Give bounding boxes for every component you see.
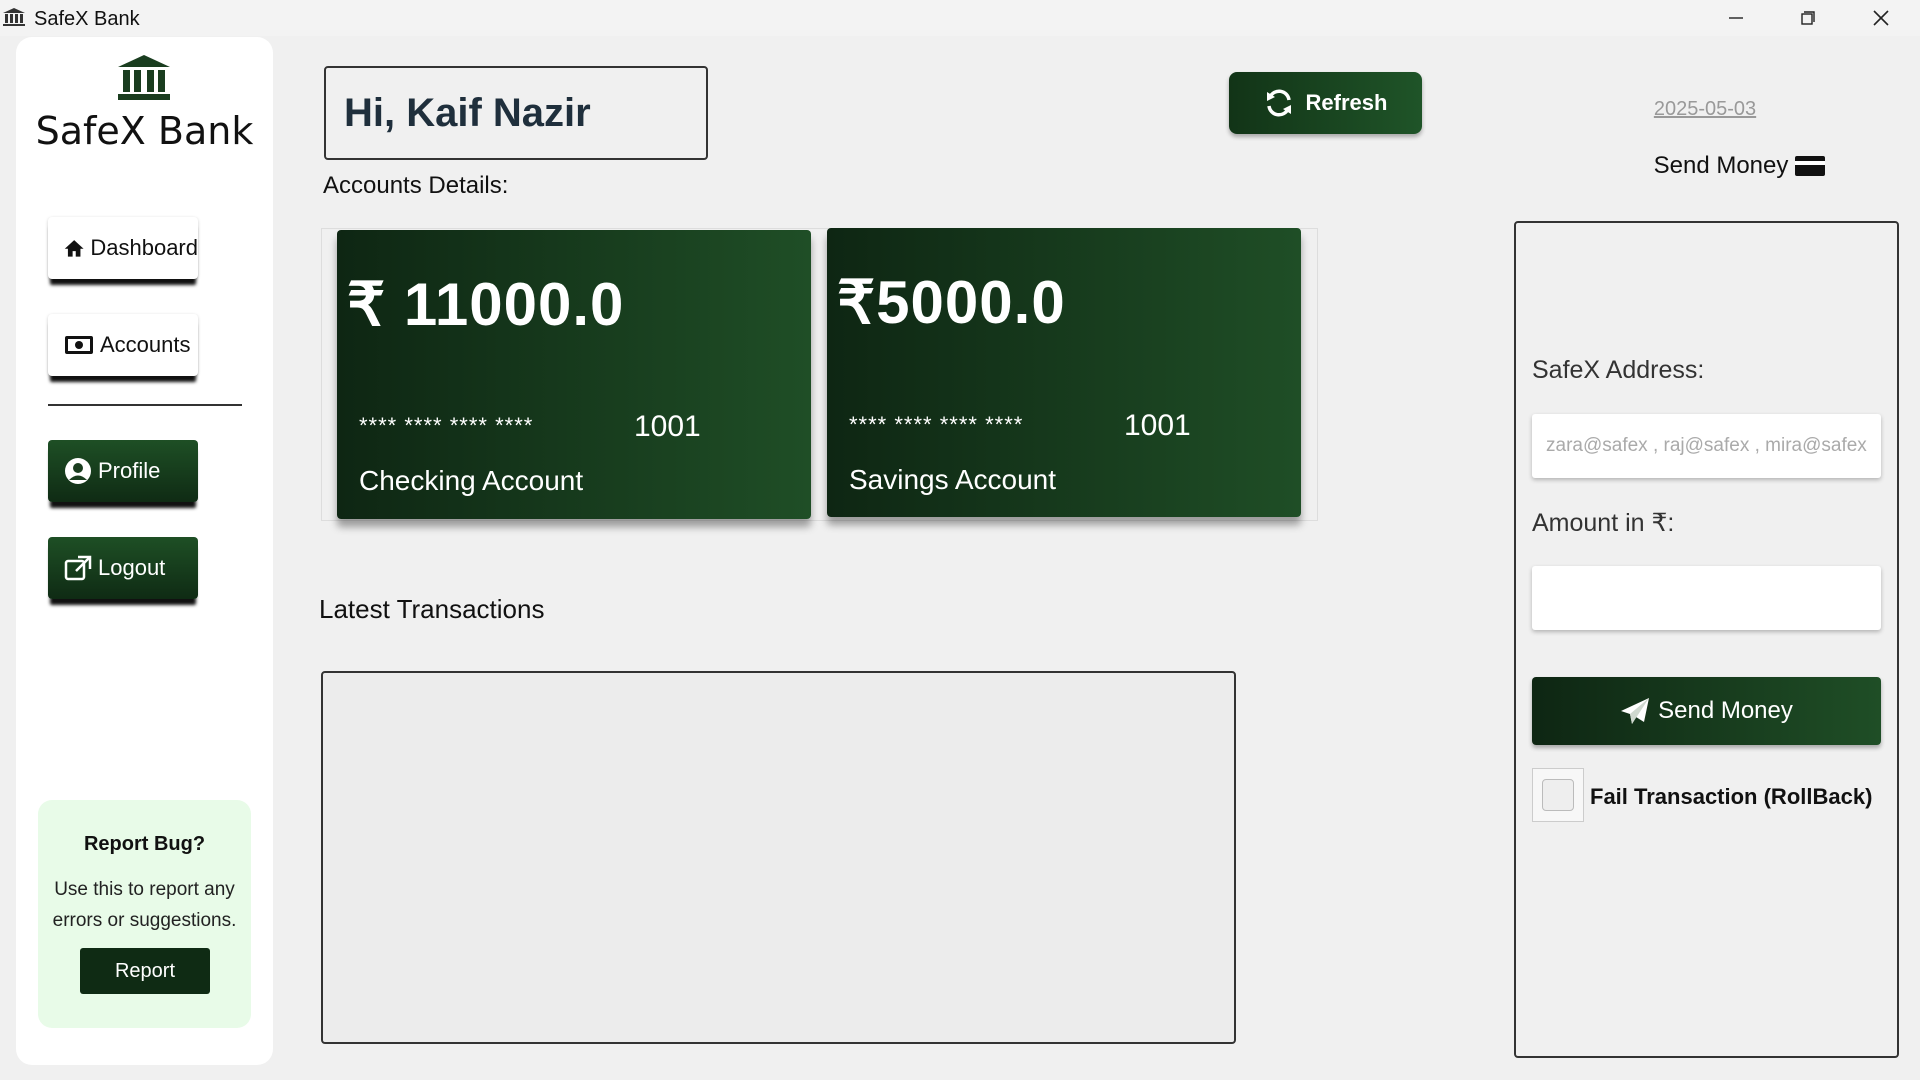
fail-transaction-label: Fail Transaction (RollBack): [1590, 784, 1873, 809]
accounts-details-label: Accounts Details:: [323, 172, 509, 199]
address-input[interactable]: [1532, 414, 1881, 478]
send-money-heading-text: Send Money: [1653, 152, 1789, 179]
address-label: SafeX Address:: [1532, 356, 1705, 384]
greeting-text: Hi, Kaif Nazir: [344, 90, 591, 135]
sidebar: SafeX Bank Dashboard Accounts Profile Lo…: [16, 37, 273, 1065]
nav-accounts[interactable]: Accounts: [48, 314, 198, 376]
window-title: SafeX Bank: [34, 8, 140, 30]
nav-accounts-label: Accounts: [100, 332, 191, 357]
greeting-box: Hi, Kaif Nazir: [324, 66, 708, 160]
current-date: 2025-05-03: [1653, 98, 1757, 120]
masked-card-number: **** **** **** ****: [359, 413, 534, 438]
send-money-heading: Send Money: [1630, 152, 1850, 180]
report-bug-card: Report Bug? Use this to report any error…: [38, 800, 251, 1028]
home-icon: [64, 240, 84, 257]
bank-logo-icon: [118, 55, 170, 100]
nav-dashboard-label: Dashboard: [90, 235, 198, 260]
report-bug-description: Use this to report any errors or suggest…: [52, 879, 237, 931]
external-link-icon: [64, 555, 92, 581]
refresh-label: Refresh: [1305, 90, 1388, 115]
nav-profile[interactable]: Profile: [48, 440, 198, 502]
report-bug-title: Report Bug?: [83, 833, 206, 855]
checking-account-card: ₹ 11000.0 **** **** **** **** 1001 Check…: [337, 230, 811, 519]
transactions-list[interactable]: [321, 671, 1236, 1044]
account-balance: ₹5000.0: [837, 269, 1066, 336]
account-last-digits: 1001: [1124, 409, 1191, 442]
savings-account-card: ₹5000.0 **** **** **** **** 1001 Savings…: [827, 228, 1301, 517]
close-button[interactable]: [1845, 0, 1917, 36]
sidebar-divider: [48, 404, 242, 406]
account-balance: ₹ 11000.0: [347, 271, 625, 338]
window-titlebar: SafeX Bank: [0, 0, 1920, 36]
user-circle-icon: [65, 458, 91, 484]
latest-transactions-title: Latest Transactions: [319, 594, 545, 624]
nav-logout-label: Logout: [98, 555, 166, 580]
brand-name: SafeX Bank: [35, 109, 254, 153]
account-last-digits: 1001: [634, 410, 701, 443]
send-money-button[interactable]: Send Money: [1532, 677, 1881, 745]
account-type: Savings Account: [849, 464, 1057, 495]
amount-label: Amount in ₹:: [1532, 509, 1675, 537]
minimize-button[interactable]: [1700, 0, 1772, 36]
refresh-icon: [1266, 89, 1291, 117]
restore-icon: [1801, 11, 1815, 25]
masked-card-number: **** **** **** ****: [849, 412, 1024, 437]
nav-profile-label: Profile: [98, 458, 161, 483]
fail-transaction-checkbox[interactable]: [1532, 768, 1584, 822]
account-type: Checking Account: [359, 465, 584, 496]
paper-plane-icon: [1621, 698, 1650, 724]
credit-card-icon: [1795, 156, 1826, 176]
restore-button[interactable]: [1772, 0, 1844, 36]
nav-logout[interactable]: Logout: [48, 537, 198, 599]
report-button[interactable]: Report: [80, 948, 210, 994]
money-bill-icon: [65, 336, 93, 354]
minimize-icon: [1729, 17, 1743, 19]
refresh-button[interactable]: Refresh: [1229, 72, 1422, 134]
bank-icon: [3, 8, 25, 26]
send-money-button-label: Send Money: [1658, 697, 1793, 724]
checkbox-box: [1542, 779, 1574, 811]
amount-input[interactable]: [1532, 566, 1881, 630]
close-icon: [1873, 10, 1889, 26]
send-money-panel: [1514, 221, 1899, 1058]
nav-dashboard[interactable]: Dashboard: [48, 217, 198, 279]
